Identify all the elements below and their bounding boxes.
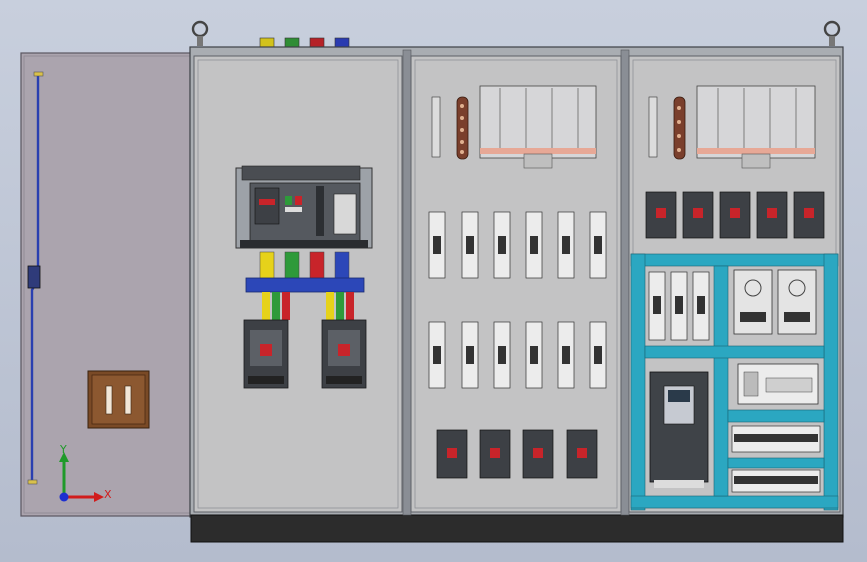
busbar-guard-right: [696, 85, 816, 169]
mccb-right-row: [645, 191, 825, 239]
terminal-block-row-2: [731, 469, 821, 493]
cabinet-door: Y X: [20, 52, 195, 517]
top-terminal-caps: [259, 37, 350, 48]
mccb-left-2: [321, 319, 367, 389]
section-incoming: [193, 55, 403, 513]
main-air-circuit-breaker: [235, 165, 373, 249]
lifting-eye-left: [191, 20, 209, 46]
terminal-strip-right: [648, 96, 658, 158]
axis-label-y: Y: [59, 443, 67, 456]
terminal-block-row-1: [731, 425, 821, 453]
terminal-strip: [431, 96, 441, 158]
cabinet-plinth: [190, 514, 844, 543]
copper-bar-right: [673, 96, 686, 160]
section-control: [628, 55, 841, 513]
variable-frequency-drive: [649, 371, 709, 488]
copper-bar: [456, 96, 469, 160]
plc-controller: [737, 363, 819, 405]
mcb-control-group: [648, 271, 710, 341]
lifting-eye-right: [823, 20, 841, 46]
section-distribution: [410, 55, 622, 513]
axis-label-x: X: [104, 488, 112, 501]
door-handle-box: [87, 370, 150, 429]
cabinet-drawing: Y X: [20, 20, 844, 543]
cabinet-body: [189, 20, 844, 543]
busbar-guard: [479, 85, 597, 169]
mccb-left-1: [243, 319, 289, 389]
